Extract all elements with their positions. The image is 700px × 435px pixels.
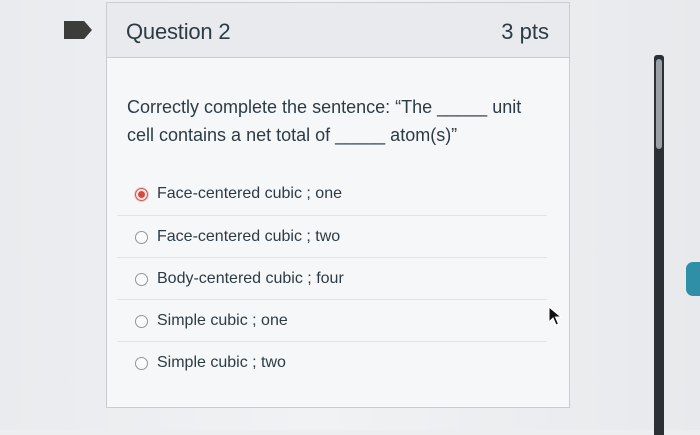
radio-button[interactable] [135,188,148,201]
bookmark-icon[interactable] [64,21,92,39]
radio-button[interactable] [135,357,148,370]
question-text-line-2: cell contains a net total of _____ atom(… [127,125,458,145]
quiz-page: Question 2 3 pts Correctly complete the … [0,0,700,435]
question-header: Question 2 3 pts [107,3,569,58]
mouse-pointer-icon [548,306,562,326]
radio-button[interactable] [135,315,148,328]
question-points: 3 pts [501,19,549,44]
answer-label[interactable]: Simple cubic ; two [157,354,286,372]
question-text-line-1: Correctly complete the sentence: “The __… [127,97,522,117]
answer-label[interactable]: Body-centered cubic ; four [157,270,344,288]
question-title: Question 2 [126,19,231,44]
answer-option-5[interactable]: Simple cubic ; two [117,341,547,383]
answer-label[interactable]: Face-centered cubic ; one [157,185,342,203]
answer-option-1[interactable]: Face-centered cubic ; one [117,173,547,215]
radio-button[interactable] [135,273,148,286]
question-text: Correctly complete the sentence: “The __… [127,93,547,149]
page-scrollbar[interactable] [654,55,664,435]
answer-label[interactable]: Face-centered cubic ; two [157,228,340,246]
answer-option-4[interactable]: Simple cubic ; one [117,299,547,341]
answer-option-2[interactable]: Face-centered cubic ; two [117,215,547,257]
side-panel-tab-icon[interactable] [686,262,700,296]
answer-label[interactable]: Simple cubic ; one [157,312,288,330]
radio-button[interactable] [135,231,148,244]
answer-list: Face-centered cubic ; one Face-centered … [117,173,547,383]
answer-option-3[interactable]: Body-centered cubic ; four [117,257,547,299]
scrollbar-thumb[interactable] [656,59,662,149]
question-card: Question 2 3 pts Correctly complete the … [106,2,570,408]
